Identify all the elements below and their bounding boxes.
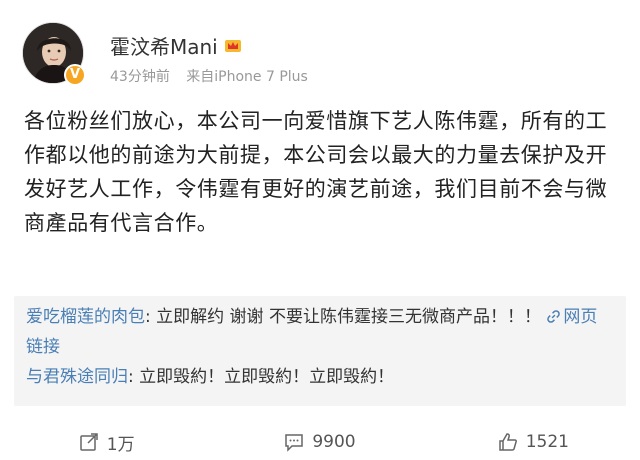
repost-button[interactable]: 1万 xyxy=(0,424,213,460)
comment-count: 9900 xyxy=(312,432,356,452)
comments-box: 爱吃榴莲的肉包: 立即解约 谢谢 不要让陈伟霆接三无微商产品！！！ 网页链接 与… xyxy=(14,296,626,406)
comment-text: 立即毁約！立即毁約！立即毁約！ xyxy=(139,367,395,387)
comment-item: 与君殊途同归: 立即毁約！立即毁約！立即毁約！ xyxy=(26,362,614,392)
repost-count: 1万 xyxy=(106,434,135,455)
comment-button[interactable]: 9900 xyxy=(213,424,426,460)
avatar[interactable]: V xyxy=(22,22,86,86)
action-bar: 1万 9900 1521 xyxy=(0,424,640,460)
crown-icon[interactable] xyxy=(224,37,242,53)
post-header: V 霍汶希Mani 43分钟前 来自iPhone 7 Plus xyxy=(0,0,640,100)
comment-text: 立即解约 谢谢 不要让陈伟霆接三无微商产品！！！ xyxy=(156,307,541,327)
comment-separator: : xyxy=(128,367,140,387)
comment-item: 爱吃榴莲的肉包: 立即解约 谢谢 不要让陈伟霆接三无微商产品！！！ 网页链接 xyxy=(26,302,614,362)
like-button[interactable]: 1521 xyxy=(427,424,640,460)
verified-badge-icon: V xyxy=(64,64,86,86)
repost-icon xyxy=(80,433,98,451)
comment-user[interactable]: 与君殊途同归 xyxy=(26,367,128,387)
link-icon xyxy=(547,310,561,323)
thumbs-up-icon xyxy=(498,433,517,451)
like-count: 1521 xyxy=(525,432,569,452)
post-text: 各位粉丝们放心，本公司一向爱惜旗下艺人陈伟霆，所有的工作都以他的前途为大前提，本… xyxy=(24,109,608,235)
user-name-row: 霍汶希Mani xyxy=(110,31,242,60)
post-source: 来自iPhone 7 Plus xyxy=(186,69,308,85)
post-time: 43分钟前 xyxy=(110,69,170,85)
comment-separator: : xyxy=(145,307,157,327)
comment-icon xyxy=(285,434,304,452)
post-meta: 43分钟前 来自iPhone 7 Plus xyxy=(110,66,308,86)
comment-user[interactable]: 爱吃榴莲的肉包 xyxy=(26,307,145,327)
user-name[interactable]: 霍汶希Mani xyxy=(110,31,218,60)
